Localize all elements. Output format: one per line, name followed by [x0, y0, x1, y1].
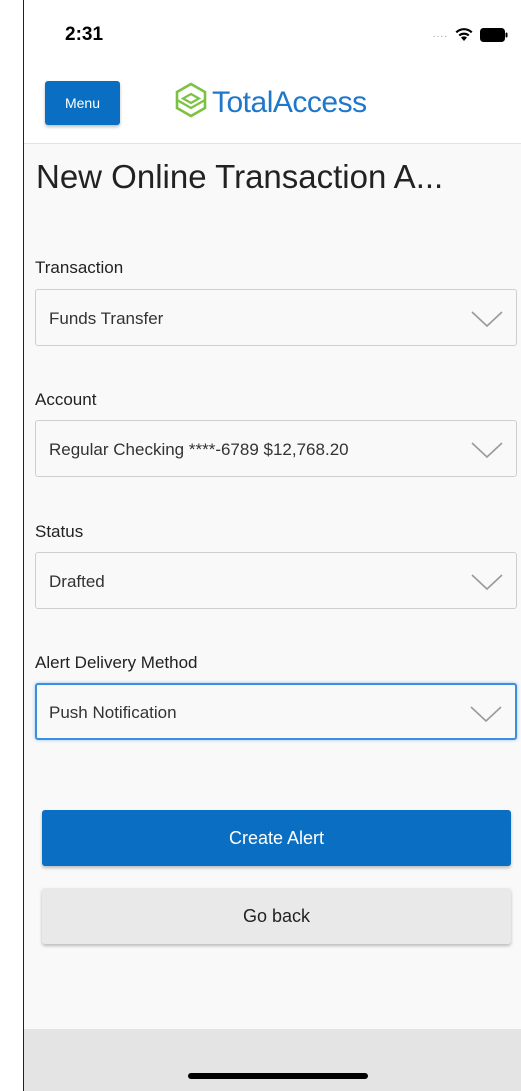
menu-button[interactable]: Menu — [45, 81, 120, 125]
chevron-down-icon — [469, 705, 503, 728]
signal-icon: .... — [432, 29, 448, 40]
status-time: 2:31 — [65, 24, 104, 45]
alert-delivery-label: Alert Delivery Method — [35, 653, 198, 672]
status-label: Status — [35, 522, 84, 541]
app-header: Menu TotalAccess — [24, 70, 521, 144]
status-select[interactable]: Drafted — [35, 552, 517, 609]
wifi-icon — [454, 27, 474, 42]
battery-icon — [480, 27, 508, 42]
account-label: Account — [35, 390, 97, 409]
bottom-bar — [24, 1029, 521, 1091]
alert-delivery-select[interactable]: Push Notification — [35, 683, 517, 740]
hexagon-logo-icon — [174, 82, 208, 123]
account-value: Regular Checking ****-6789 $12,768.20 — [49, 440, 349, 459]
go-back-button[interactable]: Go back — [42, 888, 511, 944]
transaction-label: Transaction — [35, 258, 124, 277]
create-alert-button[interactable]: Create Alert — [42, 810, 511, 866]
status-icons: .... — [433, 27, 508, 42]
logo: TotalAccess — [174, 82, 367, 123]
account-select[interactable]: Regular Checking ****-6789 $12,768.20 — [35, 420, 517, 477]
page-title: New Online Transaction A... — [36, 158, 444, 195]
transaction-value: Funds Transfer — [49, 309, 164, 328]
chevron-down-icon — [470, 573, 504, 596]
status-bar: 2:31 .... — [24, 0, 521, 70]
chevron-down-icon — [470, 310, 504, 333]
alert-delivery-value: Push Notification — [49, 703, 177, 722]
transaction-select[interactable]: Funds Transfer — [35, 289, 517, 346]
logo-text: TotalAccess — [212, 85, 367, 119]
status-value: Drafted — [49, 572, 105, 591]
phone-screen: 2:31 .... Menu TotalAccess New Online Tr… — [23, 0, 521, 1091]
chevron-down-icon — [470, 441, 504, 464]
home-indicator[interactable] — [188, 1073, 368, 1079]
